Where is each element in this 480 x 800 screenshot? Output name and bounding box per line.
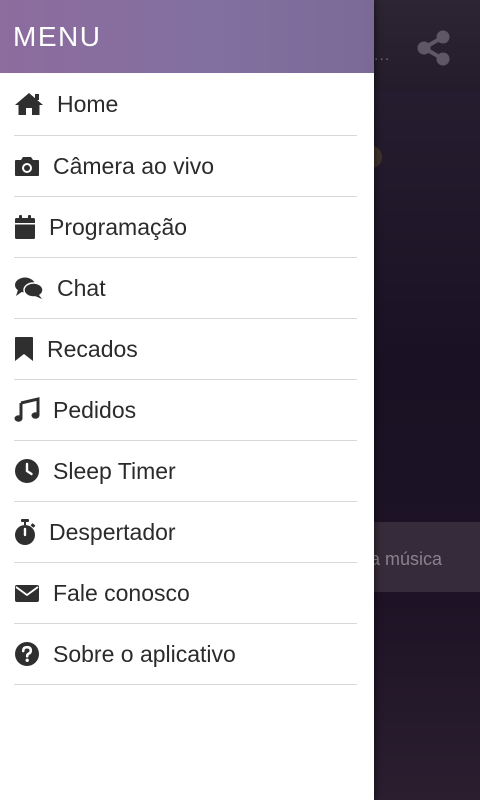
- menu-item-label: Chat: [57, 274, 106, 301]
- menu-item-label: Programação: [49, 213, 188, 240]
- menu-item-requests[interactable]: Pedidos: [14, 380, 357, 441]
- chat-icon: [14, 276, 44, 300]
- drawer-menu: Home Câmera ao vivo Programação Chat Rec…: [0, 73, 374, 685]
- menu-item-label: Câmera ao vivo: [53, 152, 215, 179]
- drawer-title: MENU: [13, 20, 102, 52]
- question-circle-icon: [14, 641, 40, 667]
- menu-item-label: Fale conosco: [53, 579, 190, 606]
- menu-item-contact[interactable]: Fale conosco: [14, 563, 357, 624]
- background-ellipsis: ...: [374, 47, 391, 64]
- menu-item-label: Despertador: [49, 518, 176, 545]
- menu-item-label: Pedidos: [53, 396, 137, 423]
- menu-item-camera[interactable]: Câmera ao vivo: [14, 136, 357, 197]
- menu-item-label: Sleep Timer: [53, 457, 176, 484]
- menu-item-label: Home: [57, 90, 119, 117]
- clock-icon: [14, 458, 40, 484]
- menu-item-label: Sobre o aplicativo: [53, 640, 236, 667]
- menu-item-chat[interactable]: Chat: [14, 258, 357, 319]
- menu-item-sleep-timer[interactable]: Sleep Timer: [14, 441, 357, 502]
- stopwatch-icon: [14, 518, 36, 546]
- camera-icon: [14, 155, 40, 177]
- background-player-text: a música: [370, 549, 443, 569]
- calendar-icon: [14, 214, 36, 240]
- menu-item-messages[interactable]: Recados: [14, 319, 357, 380]
- menu-item-home[interactable]: Home: [14, 73, 357, 136]
- bookmark-icon: [14, 336, 34, 362]
- envelope-icon: [14, 583, 40, 603]
- menu-item-alarm[interactable]: Despertador: [14, 502, 357, 563]
- navigation-drawer: MENU Home Câmera ao vivo Programação Cha…: [0, 0, 374, 800]
- menu-item-about[interactable]: Sobre o aplicativo: [14, 624, 357, 685]
- music-note-icon: [14, 397, 40, 423]
- menu-item-label: Recados: [47, 335, 138, 362]
- share-icon[interactable]: [416, 28, 452, 68]
- menu-item-schedule[interactable]: Programação: [14, 197, 357, 258]
- home-icon: [14, 91, 44, 117]
- drawer-header: MENU: [0, 0, 374, 73]
